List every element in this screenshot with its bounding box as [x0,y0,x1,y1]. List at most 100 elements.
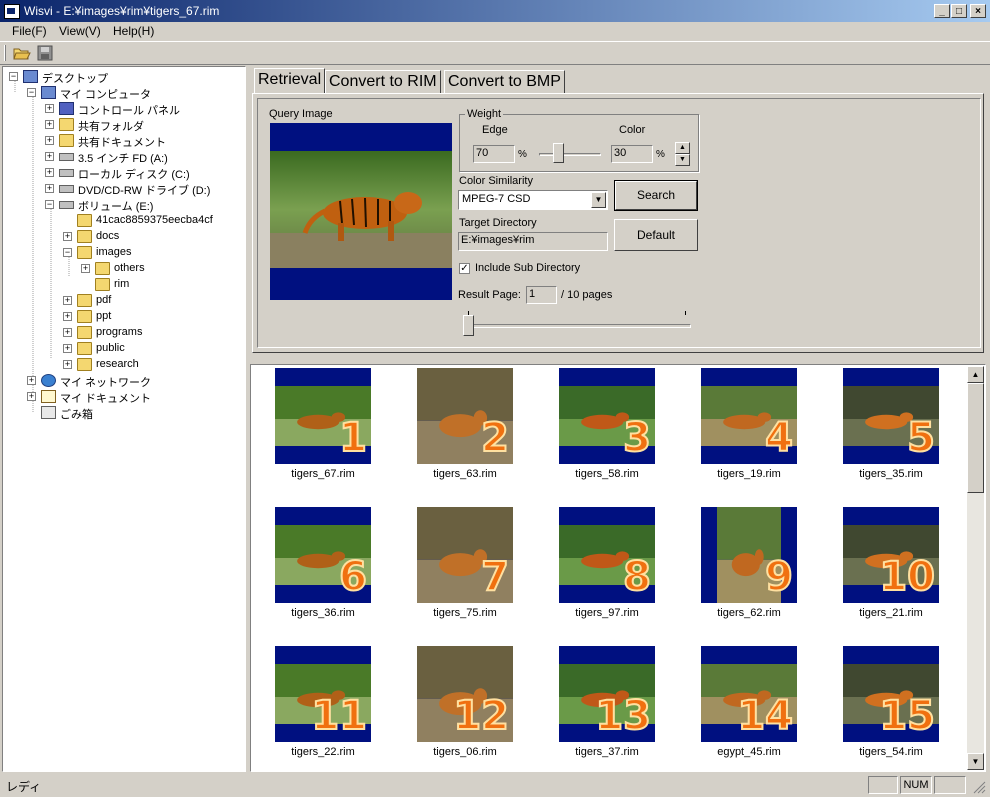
result-filename: tigers_58.rim [575,468,639,480]
tree-node-label: pdf [96,294,112,306]
expand-icon[interactable]: + [45,136,54,145]
page-slider-thumb[interactable] [463,315,474,336]
open-folder-icon[interactable] [13,45,31,61]
drive-icon [59,201,74,209]
tree-node-label: ローカル ディスク (C:) [78,169,190,181]
result-rank-number: 8 [622,554,652,600]
expand-icon[interactable]: + [63,232,72,241]
result-filename: tigers_21.rim [859,607,923,619]
page-slider-track [463,324,691,328]
expand-icon[interactable]: + [27,392,36,401]
result-thumbnail[interactable]: 15 [843,646,939,742]
maximize-icon[interactable]: □ [951,4,967,18]
search-button-outer[interactable]: Search [614,180,698,211]
search-button[interactable]: Search [615,181,697,210]
scroll-up-icon[interactable]: ▲ [967,366,984,383]
expand-icon[interactable]: + [45,104,54,113]
expand-icon[interactable]: + [63,344,72,353]
page-slider-tick-end [685,311,686,315]
result-thumbnail[interactable]: 1 [275,368,371,464]
horizontal-splitter[interactable] [250,354,986,362]
query-image [270,123,452,300]
menu-help[interactable]: Help(H) [113,24,154,38]
result-thumbnail[interactable]: 4 [701,368,797,464]
expand-icon[interactable]: + [63,328,72,337]
target-directory-field[interactable]: E:¥images¥rim [458,232,608,251]
result-thumbnail[interactable]: 10 [843,507,939,603]
tree-node-label: DVD/CD-RW ドライブ (D:) [78,185,211,197]
folder-icon [95,278,110,291]
result-thumbnail[interactable]: 2 [417,368,513,464]
color-similarity-select[interactable]: MPEG-7 CSD ▼ [458,190,608,210]
tree-node-label: others [114,262,145,274]
status-text: レディ [6,780,42,794]
drive-icon [59,169,74,177]
status-num: NUM [900,776,932,794]
expand-icon[interactable]: + [45,168,54,177]
result-thumbnail[interactable]: 13 [559,646,655,742]
expand-icon[interactable]: + [63,360,72,369]
folder-icon [77,246,92,259]
result-filename: tigers_19.rim [717,468,781,480]
collapse-icon[interactable]: − [63,248,72,257]
expand-icon[interactable]: + [45,152,54,161]
tab-convert-bmp[interactable]: Convert to BMP [444,70,565,93]
menu-file[interactable]: File(F) [12,24,47,38]
scroll-down-icon[interactable]: ▼ [967,753,984,770]
result-thumbnail[interactable]: 8 [559,507,655,603]
expand-icon[interactable]: + [63,296,72,305]
result-rank-number: 13 [594,693,652,739]
close-icon[interactable]: × [970,4,986,18]
expand-icon[interactable]: + [81,264,90,273]
weight-label: Weight [465,108,504,120]
result-thumbnail[interactable]: 3 [559,368,655,464]
color-value-field[interactable]: 30 [611,145,653,163]
collapse-icon[interactable]: − [9,72,18,81]
folder-icon [59,118,74,131]
tab-retrieval[interactable]: Retrieval [254,68,326,93]
result-page-total: / 10 pages [561,289,613,301]
resize-grip-icon[interactable] [972,780,986,794]
spin-down-icon[interactable]: ▼ [675,154,690,166]
tree-node-label: デスクトップ [42,73,108,85]
include-sub-checkbox[interactable]: ✓ [459,263,470,274]
result-thumbnail[interactable]: 6 [275,507,371,603]
vertical-scrollbar[interactable]: ▲ ▼ [967,366,984,770]
collapse-icon[interactable]: − [45,200,54,209]
tree-node-label: マイ ネットワーク [60,377,152,389]
folder-tree[interactable]: − デスクトップ − マイ コンピュータ + コントロール パネル + 共有フォルダ + 共有ドキ… [2,66,246,772]
color-label: Color [619,124,646,136]
spin-up-icon[interactable]: ▲ [675,142,690,154]
weight-slider-thumb[interactable] [552,143,564,163]
menu-view[interactable]: View(V) [59,24,101,38]
result-thumbnail[interactable]: 7 [417,507,513,603]
save-disk-icon[interactable] [37,45,53,61]
results-grid[interactable]: ▲ ▼ 1 tigers_67.rim 2 tigers_63.rim 3 tigers_… [250,364,986,772]
tab-convert-rim[interactable]: Convert to RIM [325,70,441,93]
result-thumbnail[interactable]: 11 [275,646,371,742]
default-button[interactable]: Default [614,219,698,251]
result-rank-number: 4 [764,415,794,461]
tree-node-label: public [96,342,125,354]
result-filename: tigers_35.rim [859,468,923,480]
result-thumbnail[interactable]: 5 [843,368,939,464]
result-thumbnail[interactable]: 9 [701,507,797,603]
collapse-icon[interactable]: − [27,88,36,97]
folder-icon [59,134,74,147]
expand-icon[interactable]: + [45,120,54,129]
minimize-icon[interactable]: _ [934,4,950,18]
result-thumbnail[interactable]: 14 [701,646,797,742]
scroll-thumb[interactable] [967,383,984,493]
expand-icon[interactable]: + [45,184,54,193]
edge-value-field[interactable]: 70 [473,145,515,163]
tree-node-label: 3.5 インチ FD (A:) [78,153,168,165]
expand-icon[interactable]: + [27,376,36,385]
result-thumbnail[interactable]: 12 [417,646,513,742]
expand-icon[interactable]: + [63,312,72,321]
tree-node-label: images [96,246,132,258]
weight-slider-track [539,153,601,156]
tree-node-label: 41cac8859375eecba4cf [96,214,213,226]
chevron-down-icon[interactable]: ▼ [591,192,606,208]
result-page-field[interactable]: 1 [526,286,557,304]
tree-node-label: コントロール パネル [78,105,181,117]
